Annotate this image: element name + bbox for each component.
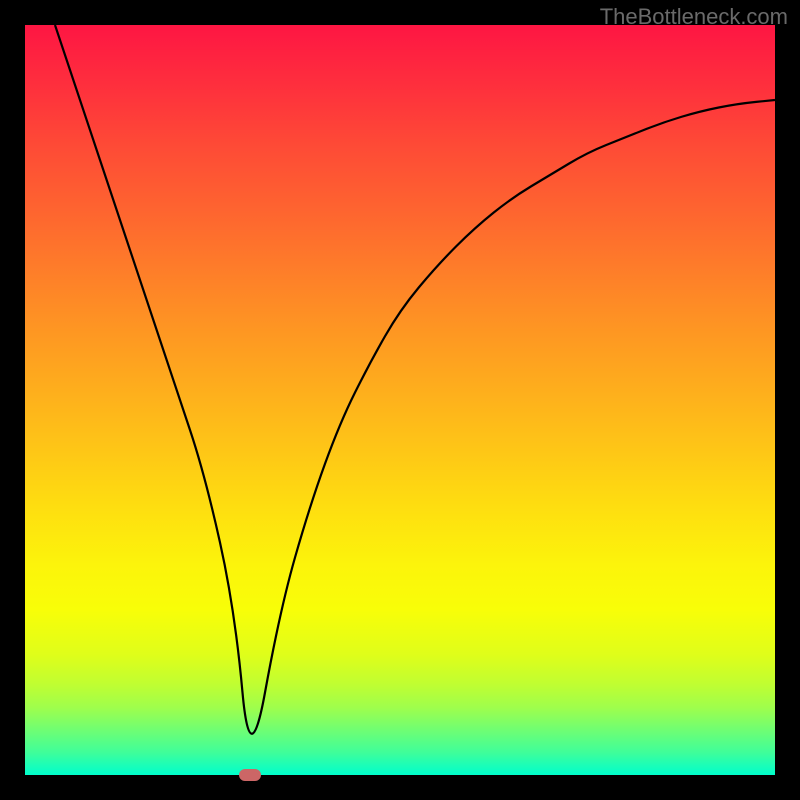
valley-marker <box>239 769 261 781</box>
bottleneck-curve <box>55 25 775 734</box>
plot-area <box>25 25 775 775</box>
chart-frame: TheBottleneck.com <box>0 0 800 800</box>
curve-svg <box>25 25 775 775</box>
watermark-text: TheBottleneck.com <box>600 4 788 30</box>
